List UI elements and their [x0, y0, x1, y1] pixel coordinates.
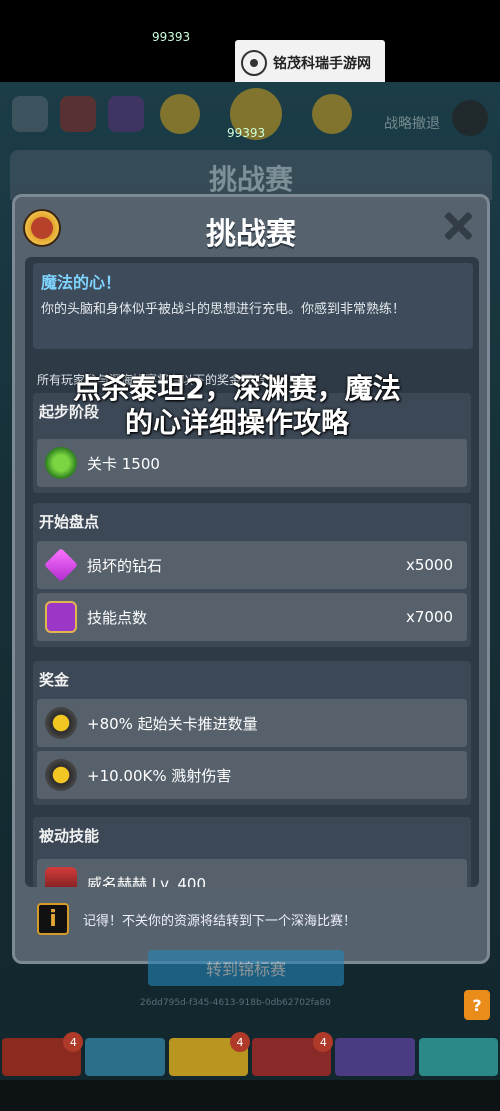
passive-skill-section: 被动技能 威名赫赫 Lv. 400: [33, 817, 471, 887]
clan-tab[interactable]: [418, 1038, 498, 1076]
coin-icon-2: [312, 94, 352, 134]
background-dialog-header: 挑战赛: [10, 150, 492, 200]
bonus-label: +10.00K% 溅射伤害: [87, 766, 232, 785]
bonus-section: 奖金 +80% 起始关卡推进数量 +10.00K% 溅射伤害: [33, 661, 471, 805]
start-stage-row: 关卡 1500: [37, 439, 467, 487]
equipment-tab[interactable]: 4: [168, 1032, 250, 1076]
inventory-label: 技能点数: [87, 608, 148, 627]
article-overlay-title: 点杀泰坦2，深渊赛，魔法的心详细操作攻略: [73, 372, 401, 439]
passive-skill-label: 威名赫赫 Lv. 400: [87, 874, 207, 888]
magic-heart-panel: 魔法的心！ 你的头脑和身体似乎被战斗的思想进行充电。你感到非常熟练！: [33, 263, 473, 349]
coin-count-small: 99393: [152, 30, 191, 44]
hero-description: 你的头脑和身体似乎被战斗的思想进行充电。你感到非常熟练！: [41, 302, 406, 317]
bottom-strip: [0, 1080, 500, 1111]
info-icon: i: [37, 903, 69, 935]
hero-title: 魔法的心！: [41, 273, 122, 292]
notification-badge: 4: [229, 1032, 250, 1052]
clan-shield-icon[interactable]: [60, 96, 96, 132]
watermark-text: 铭茂科瑞手游网: [273, 56, 371, 72]
challenge-dialog: 挑战赛 魔法的心！ 你的头脑和身体似乎被战斗的思想进行充电。你感到非常熟练！ 所…: [12, 194, 490, 964]
notification-badge: 4: [63, 1032, 84, 1052]
inventory-row: 损坏的钻石 x5000: [37, 541, 467, 589]
skill-book-icon: [45, 601, 77, 633]
shop-tab[interactable]: [335, 1038, 415, 1076]
diamond-icon: [44, 548, 78, 582]
inventory-row: 技能点数 x7000: [37, 593, 467, 641]
close-icon[interactable]: [441, 209, 475, 243]
inventory-label: 损坏的钻石: [87, 556, 163, 575]
dialog-title: 挑战赛: [206, 217, 296, 252]
bonus-title: 奖金: [39, 671, 70, 689]
notification-badge: 4: [313, 1032, 334, 1052]
start-inventory-title: 开始盘点: [39, 513, 100, 531]
background-dialog-title: 挑战赛: [208, 163, 293, 196]
passive-skill-row: 威名赫赫 Lv. 400: [37, 859, 467, 887]
coin-count-big: 99393: [227, 126, 266, 140]
bonus-gear-icon: [45, 707, 77, 739]
help-button[interactable]: ?: [464, 990, 490, 1020]
sword-tab[interactable]: 4: [2, 1032, 84, 1076]
dialog-content: 魔法的心！ 你的头脑和身体似乎被战斗的思想进行充电。你感到非常熟练！ 所有玩家参…: [25, 257, 479, 887]
bonus-row: +80% 起始关卡推进数量: [37, 699, 467, 747]
bonus-gear-icon: [45, 759, 77, 791]
demon-icon[interactable]: [452, 100, 488, 136]
watermark-logo-icon: [241, 50, 267, 76]
start-inventory-section: 开始盘点 损坏的钻石 x5000 技能点数 x7000: [33, 503, 471, 647]
reminder-tip: i 记得！不关你的资源将结转到下一个深海比赛！: [25, 891, 479, 947]
go-to-tournament-button[interactable]: 转到锦标赛: [148, 950, 344, 986]
passive-skill-title: 被动技能: [39, 827, 100, 845]
artifacts-tab[interactable]: 4: [251, 1032, 334, 1076]
hero-icon[interactable]: [108, 96, 144, 132]
watermark: 铭茂科瑞手游网: [235, 40, 385, 86]
tournament-id: 26dd795d-f345-4613-918b-0db62702fa80: [140, 998, 331, 1008]
heroes-tab[interactable]: [85, 1038, 165, 1076]
coin-icon: [160, 94, 200, 134]
bonus-label: +80% 起始关卡推进数量: [87, 714, 258, 733]
reminder-text: 记得！不关你的资源将结转到下一个深海比赛！: [83, 913, 357, 929]
skill-portrait-icon: [45, 867, 77, 887]
strategic-retreat-label[interactable]: 战略撤退: [384, 113, 440, 133]
stage-level-icon: [45, 447, 77, 479]
bonus-row: +10.00K% 溅射伤害: [37, 751, 467, 799]
inventory-count: x7000: [405, 608, 453, 626]
inventory-count: x5000: [405, 556, 453, 574]
settings-gear-icon[interactable]: [12, 96, 48, 132]
start-stage-label: 关卡 1500: [87, 454, 160, 473]
